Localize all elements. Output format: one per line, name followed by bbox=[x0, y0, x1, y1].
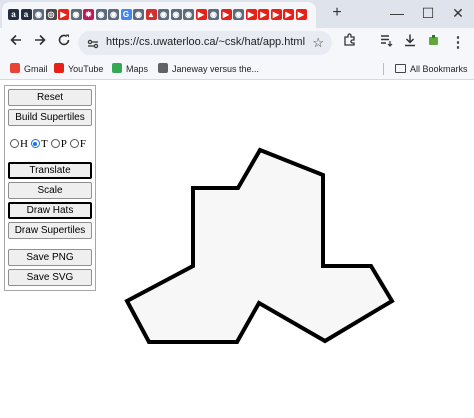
save-svg-button[interactable]: Save SVG bbox=[8, 269, 92, 286]
site-icon: ◉ bbox=[33, 9, 44, 20]
control-panel: Reset Build Supertiles HTPF Translate Sc… bbox=[4, 85, 96, 291]
youtube-icon: ▶ bbox=[220, 9, 232, 20]
radio-label: T bbox=[40, 138, 48, 150]
reading-list-icon[interactable] bbox=[376, 33, 396, 53]
site-info-icon[interactable] bbox=[87, 37, 99, 55]
radio-h[interactable] bbox=[10, 139, 19, 148]
extensions-icon[interactable] bbox=[340, 33, 360, 53]
bookmarks-separator bbox=[383, 63, 384, 75]
amazon-icon: a bbox=[20, 9, 32, 20]
site-icon: ◉ bbox=[208, 9, 219, 20]
radio-t[interactable] bbox=[30, 139, 40, 148]
url-text: https://cs.uwaterloo.ca/~csk/hat/app.htm… bbox=[106, 36, 306, 48]
bookmark-item[interactable]: YouTube bbox=[54, 62, 103, 76]
youtube-icon: ▶ bbox=[58, 9, 69, 20]
scale-button[interactable]: Scale bbox=[8, 182, 92, 199]
star-icon: ✸ bbox=[83, 9, 94, 20]
radio-label: F bbox=[79, 138, 86, 150]
all-bookmarks[interactable]: All Bookmarks bbox=[395, 62, 468, 76]
bookmark-item[interactable]: Janeway versus the... bbox=[158, 62, 259, 76]
hat-tile bbox=[124, 147, 395, 344]
site-icon: ◎ bbox=[45, 9, 57, 20]
site-icon: ◉ bbox=[70, 9, 82, 20]
reset-button[interactable]: Reset bbox=[8, 89, 92, 106]
site-icon: ◉ bbox=[170, 9, 182, 20]
new-tab-button[interactable]: + bbox=[328, 3, 346, 23]
tile-type-radio-group: HTPF bbox=[10, 138, 89, 152]
youtube-icon: ▶ bbox=[270, 9, 282, 20]
radio-p[interactable] bbox=[50, 139, 60, 148]
minimize-icon[interactable]: — bbox=[385, 3, 409, 23]
youtube-icon: ▶ bbox=[258, 9, 269, 20]
site-icon: ◉ bbox=[133, 9, 144, 20]
save-png-button[interactable]: Save PNG bbox=[8, 249, 92, 266]
triangle-icon: ▲ bbox=[145, 9, 157, 20]
active-tab[interactable]: a a ◉ ◎ ▶ ◉ ✸ ◉ ◉ G ◉ ▲ ◉ ◉ ◉ ▶ ◉ ▶ ◉ ▶ ▶ ▶ ▶ ▶ bbox=[2, 2, 316, 28]
draw-supertiles-button[interactable]: Draw Supertiles bbox=[8, 222, 92, 239]
forward-icon[interactable] bbox=[30, 33, 50, 53]
bookmark-item[interactable]: Maps bbox=[112, 62, 148, 76]
bookmark-label: YouTube bbox=[68, 64, 104, 74]
youtube-icon bbox=[54, 63, 64, 73]
menu-icon[interactable]: ⋮ bbox=[448, 33, 468, 53]
address-bar[interactable]: https://cs.uwaterloo.ca/~csk/hat/app.htm… bbox=[78, 31, 332, 55]
radio-label: H bbox=[20, 138, 28, 150]
folder-icon bbox=[395, 64, 406, 73]
close-icon[interactable]: ✕ bbox=[446, 3, 470, 23]
site-icon: ◉ bbox=[233, 9, 244, 20]
youtube-icon: ▶ bbox=[283, 9, 294, 20]
browser-toolbar: https://cs.uwaterloo.ca/~csk/hat/app.htm… bbox=[0, 28, 474, 58]
site-icon: ◉ bbox=[183, 9, 194, 20]
tiling-canvas[interactable] bbox=[100, 81, 474, 418]
maps-icon bbox=[112, 63, 122, 73]
site-icon bbox=[158, 63, 168, 73]
bookmark-label: Janeway versus the... bbox=[172, 64, 260, 74]
bookmark-star-icon[interactable]: ☆ bbox=[312, 35, 324, 51]
youtube-icon: ▶ bbox=[195, 9, 207, 20]
translate-button[interactable]: Translate bbox=[8, 162, 92, 179]
maximize-icon[interactable]: ☐ bbox=[416, 3, 440, 23]
site-icon: ◉ bbox=[158, 9, 169, 20]
site-icon: ◉ bbox=[95, 9, 107, 20]
build-supertiles-button[interactable]: Build Supertiles bbox=[8, 109, 92, 126]
amazon-icon: a bbox=[8, 9, 19, 20]
radio-f[interactable] bbox=[69, 139, 79, 148]
tab-strip: a a ◉ ◎ ▶ ◉ ✸ ◉ ◉ G ◉ ▲ ◉ ◉ ◉ ▶ ◉ ▶ ◉ ▶ ▶ ▶ ▶ ▶ + — ☐ ✕ bbox=[0, 0, 474, 28]
draw-hats-button[interactable]: Draw Hats bbox=[8, 202, 92, 219]
site-icon: ◉ bbox=[108, 9, 119, 20]
bookmark-label: Gmail bbox=[24, 64, 48, 74]
google-icon: G bbox=[120, 9, 132, 20]
page-content: Reset Build Supertiles HTPF Translate Sc… bbox=[0, 81, 474, 418]
bookmarks-bar: All Bookmarks Gmail YouTube Maps Janeway ve… bbox=[0, 58, 474, 80]
extension-puzzle-icon[interactable] bbox=[424, 33, 444, 53]
gmail-icon bbox=[10, 63, 20, 73]
bookmark-label: Maps bbox=[126, 64, 149, 74]
youtube-icon: ▶ bbox=[295, 9, 307, 20]
download-icon[interactable] bbox=[400, 33, 420, 53]
radio-label: P bbox=[60, 138, 67, 150]
back-icon[interactable] bbox=[6, 33, 26, 53]
bookmark-item[interactable]: Gmail bbox=[10, 62, 48, 76]
youtube-icon: ▶ bbox=[245, 9, 257, 20]
reload-icon[interactable] bbox=[54, 33, 74, 53]
all-bookmarks-label: All Bookmarks bbox=[410, 64, 468, 74]
